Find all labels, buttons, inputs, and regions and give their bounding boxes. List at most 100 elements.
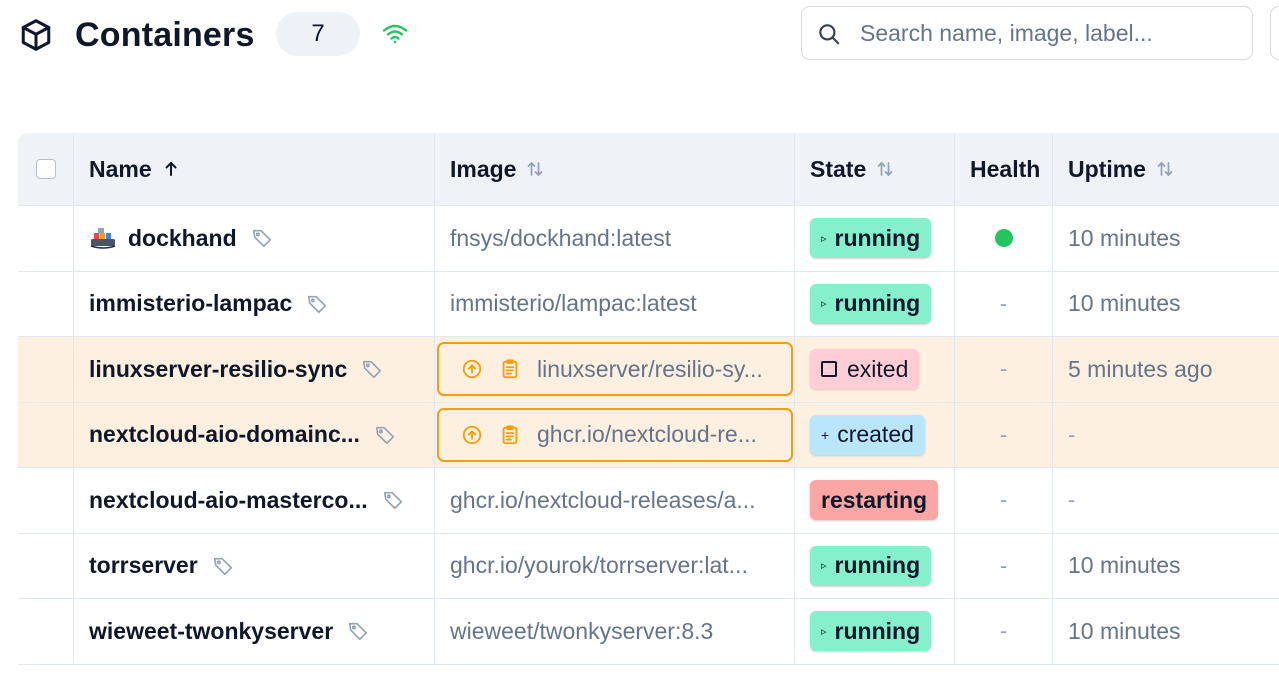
state-badge: ▹ running [810, 545, 932, 586]
sort-icon [1157, 162, 1173, 176]
uptime-value: 5 minutes ago [1068, 355, 1213, 382]
container-name: immisterio-lampac [89, 290, 293, 317]
container-name: nextcloud-aio-domainc... [89, 421, 360, 448]
uptime-cell: 10 minutes [1053, 272, 1279, 337]
table-row[interactable]: torrserver ghcr.io/yourok/torrserver:lat… [18, 533, 1279, 599]
tag-icon[interactable] [382, 489, 404, 511]
health-value: - [999, 618, 1008, 644]
health-cell: - [955, 533, 1053, 598]
column-name-label: Name [89, 155, 152, 182]
state-label: running [834, 552, 921, 579]
column-state-label: State [810, 155, 867, 182]
image-update-highlight[interactable]: linuxserver/resilio-sy... [437, 342, 793, 396]
column-header-name[interactable]: Name [74, 133, 435, 205]
health-cell [955, 206, 1053, 271]
tag-icon[interactable] [347, 620, 369, 642]
state-badge: ▹ running [810, 283, 932, 324]
state-label: restarting [821, 486, 928, 513]
image-cell: fnsys/dockhand:latest [435, 206, 795, 271]
table-row[interactable]: nextcloud-aio-masterco... ghcr.io/nextcl… [18, 468, 1279, 534]
column-header-uptime[interactable]: Uptime [1053, 133, 1279, 205]
state-label: created [837, 421, 914, 448]
table-row[interactable]: linuxserver-resilio-sync linuxserver/res… [18, 337, 1279, 403]
table-row[interactable]: wieweet-twonkyserver wieweet/twonkyserve… [18, 599, 1279, 665]
update-available-icon[interactable] [461, 424, 483, 446]
name-cell[interactable]: immisterio-lampac [74, 271, 435, 336]
tag-icon[interactable] [306, 293, 328, 315]
column-uptime-label: Uptime [1068, 155, 1146, 182]
column-image-label: Image [450, 155, 517, 182]
uptime-value: 10 minutes [1068, 224, 1181, 251]
image-cell: ghcr.io/nextcloud-releases/a... [435, 468, 795, 533]
image-cell: ghcr.io/yourok/torrserver:lat... [435, 533, 795, 598]
name-cell[interactable]: wieweet-twonkyserver [74, 599, 435, 664]
table-row[interactable]: dockhand fnsys/dockhand:latest ▹ running… [18, 206, 1279, 272]
tag-icon[interactable] [251, 227, 273, 249]
tag-icon[interactable] [361, 358, 383, 380]
toolbar-button[interactable] [1270, 6, 1279, 60]
uptime-value: 10 minutes [1068, 617, 1181, 644]
sort-icon [877, 162, 893, 176]
row-select-cell[interactable] [18, 402, 74, 467]
uptime-cell: - [1053, 468, 1279, 533]
row-select-cell[interactable] [18, 271, 74, 336]
dockhand-logo-icon [90, 228, 116, 249]
container-image: ghcr.io/nextcloud-re... [537, 421, 757, 447]
image-cell: immisterio/lampac:latest [435, 271, 795, 336]
uptime-value: - [1068, 487, 1076, 513]
play-icon: ▹ [821, 560, 827, 573]
name-cell[interactable]: torrserver [74, 533, 435, 598]
health-cell: - [955, 402, 1053, 467]
row-select-cell[interactable] [18, 599, 74, 664]
state-cell: ▹ running [795, 271, 955, 336]
plus-icon: + [821, 426, 830, 443]
state-label: running [834, 290, 921, 317]
changelog-icon[interactable] [499, 424, 521, 446]
row-select-cell[interactable] [18, 468, 74, 533]
row-select-cell[interactable] [18, 337, 74, 402]
row-select-cell[interactable] [18, 533, 74, 598]
name-cell[interactable]: nextcloud-aio-masterco... [74, 468, 435, 533]
table-row[interactable]: nextcloud-aio-domainc... ghcr.io/nextclo… [18, 402, 1279, 468]
row-select-cell[interactable] [18, 206, 74, 271]
state-cell: ▹ running [795, 533, 955, 598]
update-available-icon[interactable] [461, 358, 483, 380]
state-cell: restarting [795, 468, 955, 533]
select-all-cell [18, 133, 74, 205]
health-healthy-indicator [994, 229, 1013, 248]
health-cell: - [955, 337, 1053, 402]
name-cell[interactable]: nextcloud-aio-domainc... [74, 402, 435, 467]
changelog-icon[interactable] [499, 358, 521, 380]
image-cell: wieweet/twonkyserver:8.3 [435, 599, 795, 664]
column-header-health[interactable]: Health [955, 133, 1053, 205]
search-box[interactable] [801, 6, 1253, 60]
column-header-image[interactable]: Image [435, 133, 795, 205]
tag-icon[interactable] [212, 555, 234, 577]
state-badge: + created [810, 414, 925, 455]
image-update-highlight[interactable]: ghcr.io/nextcloud-re... [437, 407, 793, 462]
container-image: immisterio/lampac:latest [450, 290, 697, 317]
health-value: - [999, 356, 1008, 382]
state-badge: restarting [810, 480, 939, 521]
tag-icon[interactable] [374, 424, 396, 446]
name-cell[interactable]: dockhand [74, 206, 435, 271]
page-title: Containers [75, 16, 255, 54]
container-cube-icon [21, 19, 51, 51]
state-badge: ▹ running [810, 218, 932, 259]
uptime-cell: 10 minutes [1053, 206, 1279, 271]
name-cell[interactable]: linuxserver-resilio-sync [74, 337, 435, 402]
uptime-value: 10 minutes [1068, 290, 1181, 317]
play-icon: ▹ [821, 625, 827, 638]
uptime-value: - [1068, 421, 1076, 447]
state-label: exited [847, 355, 909, 382]
search-icon [819, 24, 840, 45]
select-all-checkbox[interactable] [35, 159, 56, 179]
container-image: linuxserver/resilio-sy... [537, 355, 763, 382]
search-input[interactable] [860, 15, 1240, 51]
column-header-state[interactable]: State [795, 133, 955, 205]
state-cell: ▹ running [795, 206, 955, 271]
play-icon: ▹ [821, 232, 827, 245]
health-value: - [999, 552, 1008, 578]
table-row[interactable]: immisterio-lampac immisterio/lampac:late… [18, 271, 1279, 337]
container-name: nextcloud-aio-masterco... [89, 486, 368, 513]
